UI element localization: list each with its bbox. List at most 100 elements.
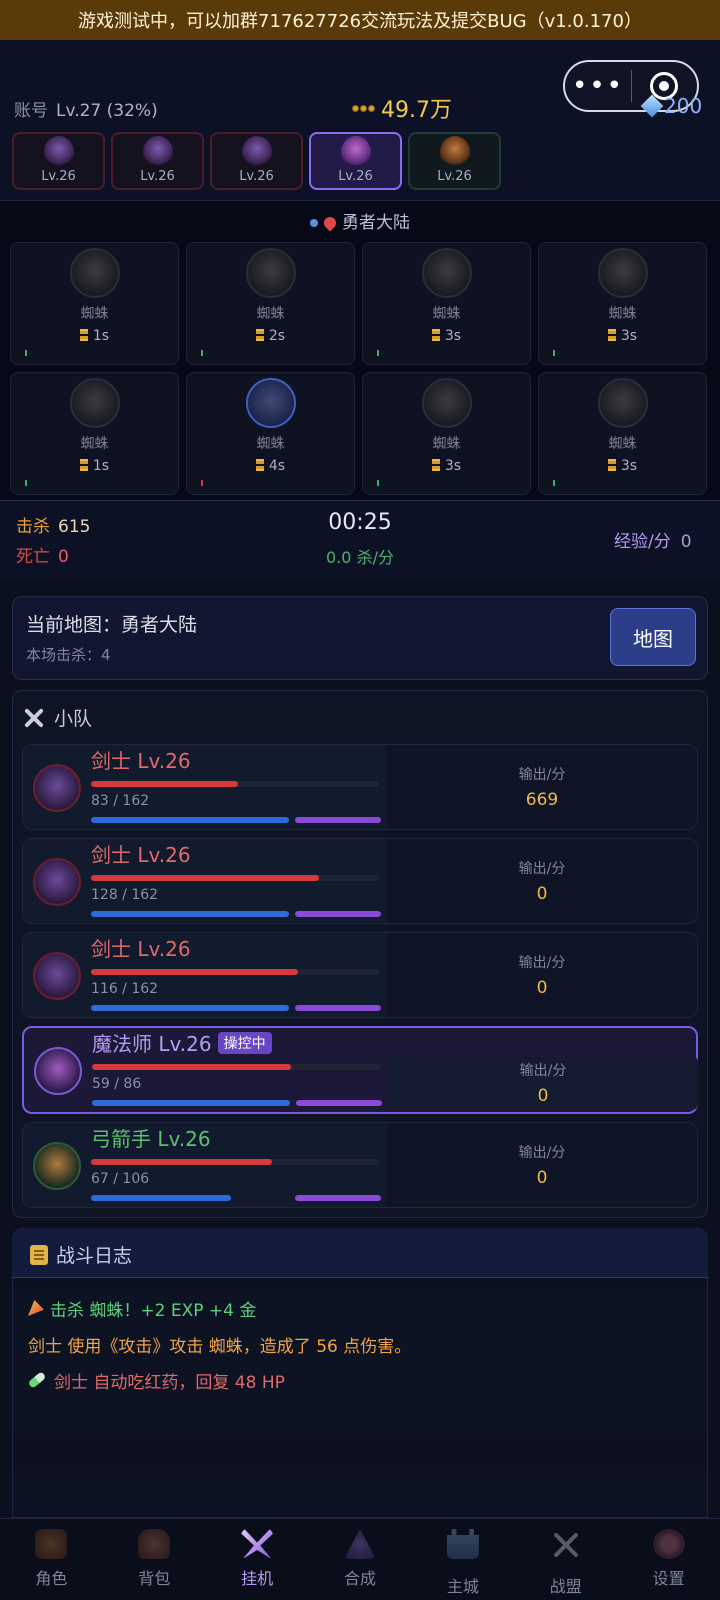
bag-icon bbox=[138, 1529, 171, 1559]
log-text: 剑士 自动吃红药，回复 48 HP bbox=[54, 1372, 285, 1393]
respawn-timer: 4s bbox=[255, 458, 285, 474]
gold-display: 49.7万 bbox=[352, 92, 452, 124]
tab-settings[interactable]: 设置 bbox=[617, 1519, 720, 1600]
spider-avatar-icon bbox=[421, 378, 472, 428]
respawn-time: 1s bbox=[92, 458, 110, 474]
member-name: 魔法师 Lv.26 bbox=[92, 1032, 212, 1056]
output-value: 0 bbox=[537, 1086, 549, 1106]
hero-level: Lv.26 bbox=[437, 169, 472, 184]
diamond-display: 200 bbox=[640, 94, 703, 118]
hp-text: 59 / 86 bbox=[92, 1076, 142, 1092]
hero-slot-archer[interactable]: Lv.26 bbox=[408, 132, 501, 190]
team-member-swordsman-3[interactable]: 剑士 Lv.26 116 / 162 输出/分 0 bbox=[22, 932, 698, 1018]
respawn-timer: 2s bbox=[255, 328, 285, 344]
hp-bar bbox=[91, 781, 379, 787]
monster-card[interactable]: 蜘蛛 3s bbox=[362, 372, 531, 495]
account-label: 账号 bbox=[14, 101, 48, 121]
monster-hp-tick bbox=[25, 480, 27, 486]
hourglass-icon bbox=[255, 329, 264, 341]
exp-label: 经验/分 bbox=[614, 532, 671, 552]
battle-log-title: 战斗日志 bbox=[30, 1241, 132, 1268]
team-member-mage-controlled[interactable]: 魔法师 Lv.26 操控中 59 / 86 输出/分 0 bbox=[22, 1026, 698, 1114]
battle-timer: 00:25 bbox=[328, 510, 392, 535]
monster-hp-tick bbox=[553, 350, 555, 356]
hourglass-icon bbox=[607, 459, 616, 471]
battle-log-title-text: 战斗日志 bbox=[56, 1245, 133, 1267]
tab-city[interactable]: 主城 bbox=[411, 1519, 514, 1600]
respawn-timer: 1s bbox=[79, 328, 109, 344]
monster-card[interactable]: 蜘蛛 2s bbox=[186, 242, 355, 365]
output-value: 0 bbox=[536, 978, 548, 998]
swordsman-avatar-icon bbox=[33, 952, 81, 1000]
exp-rate: 经验/分 0 bbox=[614, 527, 692, 552]
gear-icon bbox=[652, 1529, 685, 1559]
spider-avatar-icon bbox=[421, 248, 472, 298]
map-button[interactable]: 地图 bbox=[610, 608, 696, 666]
monster-hp-tick bbox=[25, 350, 27, 356]
exp-value: 0 bbox=[680, 532, 692, 552]
team-member-swordsman-2[interactable]: 剑士 Lv.26 128 / 162 输出/分 0 bbox=[22, 838, 698, 924]
tab-label: 背包 bbox=[138, 1569, 171, 1588]
hourglass-icon bbox=[79, 329, 88, 341]
hero-slot-swordsman-1[interactable]: Lv.26 bbox=[12, 132, 105, 190]
session-kills: 本场击杀：4 bbox=[26, 646, 111, 664]
tab-idle[interactable]: 挂机 bbox=[206, 1519, 309, 1600]
mage-avatar-icon bbox=[340, 136, 371, 168]
hp-text: 83 / 162 bbox=[91, 793, 150, 809]
hero-slot-mage[interactable]: Lv.26 bbox=[309, 132, 402, 190]
log-line-heal: 剑士 自动吃红药，回复 48 HP bbox=[14, 1362, 706, 1398]
log-text: 剑士 使用《攻击》攻击 蜘蛛，造成了 56 点伤害。 bbox=[28, 1336, 412, 1357]
monster-card[interactable]: 蜘蛛 3s bbox=[362, 242, 531, 365]
monster-card[interactable]: 蜘蛛 3s bbox=[538, 242, 707, 365]
tab-alliance[interactable]: 战盟 bbox=[514, 1519, 617, 1600]
tab-craft[interactable]: 合成 bbox=[309, 1519, 412, 1600]
hp-bar bbox=[91, 1159, 379, 1165]
hp-bar bbox=[92, 1064, 380, 1070]
hp-text: 67 / 106 bbox=[91, 1171, 150, 1187]
tab-label: 战盟 bbox=[549, 1577, 582, 1596]
bottom-tab-bar: 角色 背包 挂机 合成 主城 战盟 设置 bbox=[0, 1518, 720, 1600]
team-member-swordsman-1[interactable]: 剑士 Lv.26 83 / 162 输出/分 669 bbox=[22, 744, 698, 830]
respawn-time: 3s bbox=[620, 328, 638, 344]
craft-icon bbox=[344, 1529, 376, 1559]
monster-name: 蜘蛛 bbox=[80, 306, 109, 322]
log-text: 击杀 蜘蛛！+2 EXP +4 金 bbox=[50, 1300, 257, 1321]
more-menu-button[interactable]: ••• bbox=[565, 62, 631, 110]
output-panel: 输出/分 0 bbox=[387, 1123, 697, 1207]
diamond-amount: 200 bbox=[664, 94, 703, 118]
tab-character[interactable]: 角色 bbox=[0, 1519, 103, 1600]
monster-card[interactable]: 蜘蛛 3s bbox=[538, 372, 707, 495]
monster-card[interactable]: 蜘蛛 1s bbox=[10, 242, 179, 365]
swordsman-avatar-icon bbox=[33, 764, 81, 812]
monster-name: 蜘蛛 bbox=[608, 436, 637, 452]
hp-fill bbox=[91, 969, 299, 975]
output-label: 输出/分 bbox=[518, 1145, 566, 1161]
tab-label: 设置 bbox=[652, 1569, 685, 1588]
hero-slot-swordsman-3[interactable]: Lv.26 bbox=[210, 132, 303, 190]
output-panel: 输出/分 669 bbox=[387, 745, 697, 829]
respawn-timer: 1s bbox=[79, 458, 110, 474]
account-level: Lv.27 (32%) bbox=[56, 101, 158, 121]
hp-text: 128 / 162 bbox=[91, 887, 159, 903]
monster-card-highlighted[interactable]: 蜘蛛 4s bbox=[186, 372, 355, 495]
hp-text: 116 / 162 bbox=[91, 981, 159, 997]
hero-slot-swordsman-2[interactable]: Lv.26 bbox=[111, 132, 204, 190]
hp-fill bbox=[91, 875, 319, 881]
hourglass-icon bbox=[431, 329, 440, 341]
respawn-timer: 3s bbox=[607, 458, 637, 474]
team-title: 小队 bbox=[22, 704, 92, 731]
monster-name: 蜘蛛 bbox=[80, 436, 109, 452]
output-label: 输出/分 bbox=[519, 1063, 567, 1079]
team-member-archer[interactable]: 弓箭手 Lv.26 67 / 106 输出/分 0 bbox=[22, 1122, 698, 1208]
monster-name: 蜘蛛 bbox=[432, 306, 461, 322]
spider-avatar-icon bbox=[69, 378, 120, 428]
output-label: 输出/分 bbox=[518, 861, 566, 877]
tab-label: 主城 bbox=[446, 1577, 479, 1596]
monster-name: 蜘蛛 bbox=[256, 436, 285, 452]
mp-bar bbox=[91, 1195, 231, 1201]
account-info: 账号 Lv.27 (32%) bbox=[14, 96, 158, 121]
member-name: 剑士 Lv.26 bbox=[91, 843, 191, 867]
tab-bag[interactable]: 背包 bbox=[103, 1519, 206, 1600]
output-value: 0 bbox=[536, 1168, 548, 1188]
monster-card[interactable]: 蜘蛛 1s bbox=[10, 372, 179, 495]
